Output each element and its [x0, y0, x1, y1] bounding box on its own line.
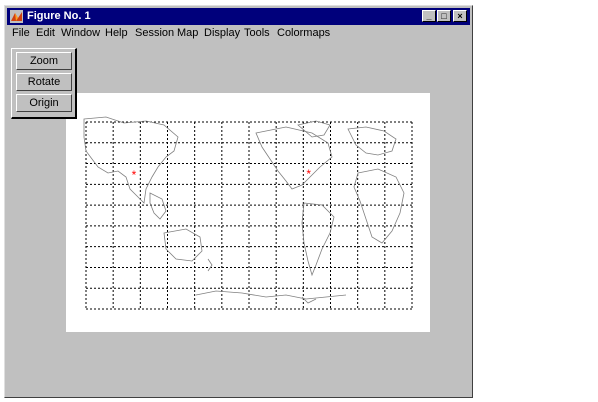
figure-window: Figure No. 1 _ □ × File Edit Window Help… — [4, 5, 473, 398]
minimize-button[interactable]: _ — [422, 10, 436, 22]
zoom-button[interactable]: Zoom — [16, 52, 72, 70]
coastline-africa — [353, 168, 405, 244]
menu-session[interactable]: Session — [135, 26, 174, 40]
coastline-europe — [347, 126, 397, 156]
close-button[interactable]: × — [453, 10, 467, 22]
coastline-south-america — [301, 202, 335, 277]
location-marker: * — [306, 167, 311, 181]
menu-colormaps[interactable]: Colormaps — [277, 26, 330, 40]
map-graticule — [85, 121, 413, 310]
origin-button[interactable]: Origin — [16, 94, 72, 112]
matlab-logo-icon — [10, 10, 23, 23]
coastline-southeast-asia — [149, 192, 167, 220]
menu-tools[interactable]: Tools — [244, 26, 270, 40]
rotate-button[interactable]: Rotate — [16, 73, 72, 91]
menu-bar: File Edit Window Help Session Map Displa… — [7, 26, 470, 40]
window-title: Figure No. 1 — [27, 10, 91, 22]
coastline-australia — [163, 228, 203, 262]
coastline-antarctica — [195, 290, 347, 300]
world-map[interactable]: ** — [66, 93, 430, 332]
menu-map[interactable]: Map — [177, 26, 198, 40]
coastline-north-america — [255, 126, 333, 190]
menu-window[interactable]: Window — [61, 26, 100, 40]
coastline-eurasia — [83, 116, 179, 204]
menu-edit[interactable]: Edit — [36, 26, 55, 40]
menu-help[interactable]: Help — [105, 26, 128, 40]
location-marker: * — [132, 168, 137, 182]
coastline-new-zealand — [207, 258, 213, 272]
title-bar[interactable]: Figure No. 1 _ □ × — [7, 8, 470, 25]
coastline-outlines — [83, 116, 405, 304]
menu-display[interactable]: Display — [204, 26, 240, 40]
menu-file[interactable]: File — [12, 26, 30, 40]
maximize-button[interactable]: □ — [437, 10, 451, 22]
